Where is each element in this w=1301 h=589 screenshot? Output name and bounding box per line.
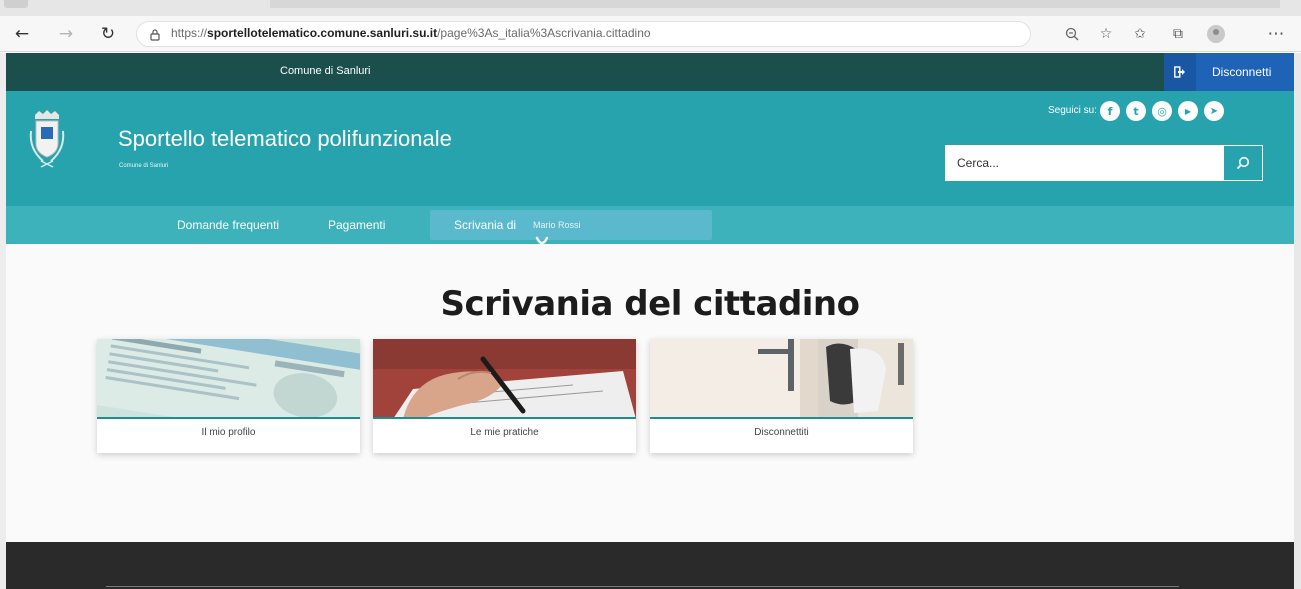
forward-icon[interactable]: → bbox=[54, 22, 78, 46]
municipal-crest-icon[interactable] bbox=[27, 109, 67, 171]
collections-icon[interactable]: ⧉ bbox=[1166, 22, 1190, 46]
address-url[interactable]: https://sportellotelematico.comune.sanlu… bbox=[171, 26, 651, 40]
nav-item-payments[interactable]: Pagamenti bbox=[328, 218, 385, 232]
read-aloud-icon[interactable]: ☆ bbox=[1094, 22, 1118, 46]
browser-window: ← → ↻ https://sportellotelematico.comune… bbox=[0, 0, 1301, 589]
tab-fragment bbox=[270, 0, 1280, 8]
lock-icon[interactable] bbox=[146, 25, 164, 43]
footer-divider bbox=[106, 586, 1179, 587]
search-button[interactable] bbox=[1224, 145, 1263, 181]
page-title: Scrivania del cittadino bbox=[440, 284, 860, 324]
nav-user-name[interactable]: Mario Rossi bbox=[533, 220, 581, 230]
back-icon[interactable]: ← bbox=[10, 22, 34, 46]
signing-document-image bbox=[373, 339, 636, 419]
site-subtitle: Comune di Sanluri bbox=[119, 163, 169, 169]
card-logout-label: Disconnettiti bbox=[754, 427, 809, 438]
site-header: Sportello telematico polifunzionale Comu… bbox=[6, 91, 1294, 206]
site-title[interactable]: Sportello telematico polifunzionale bbox=[118, 126, 452, 152]
card-profile[interactable]: Il mio profilo bbox=[97, 339, 360, 453]
nav-item-desk[interactable]: Scrivania di bbox=[454, 218, 516, 232]
refresh-icon[interactable]: ↻ bbox=[96, 22, 120, 46]
logout-icon bbox=[1164, 53, 1196, 91]
entity-bar: Comune di Sanluri Disconnetti bbox=[6, 53, 1294, 91]
search-input[interactable] bbox=[945, 145, 1224, 181]
logout-label: Disconnetti bbox=[1212, 65, 1272, 79]
more-icon[interactable]: ⋯ bbox=[1264, 22, 1288, 46]
youtube-icon[interactable]: ▶ bbox=[1178, 101, 1198, 121]
tab-fragment bbox=[4, 0, 28, 8]
logout-button[interactable]: Disconnetti bbox=[1164, 53, 1294, 91]
search-icon bbox=[1236, 156, 1250, 170]
tab-strip bbox=[0, 0, 1301, 16]
instagram-icon[interactable]: ◎ bbox=[1152, 101, 1172, 121]
twitter-icon[interactable]: t bbox=[1126, 101, 1146, 121]
door-exit-image bbox=[650, 339, 913, 419]
profile-icon[interactable] bbox=[1204, 22, 1228, 46]
follow-label: Seguici su: bbox=[1048, 105, 1097, 116]
site-footer bbox=[6, 542, 1294, 589]
nav-item-faq[interactable]: Domande frequenti bbox=[177, 218, 279, 232]
url-prefix: https:// bbox=[171, 26, 208, 40]
scrollbar-track[interactable] bbox=[1294, 53, 1301, 589]
id-card-image bbox=[97, 339, 360, 419]
card-applications-label: Le mie pratiche bbox=[470, 427, 539, 438]
browser-toolbar: ← → ↻ https://sportellotelematico.comune… bbox=[0, 16, 1301, 52]
entity-name[interactable]: Comune di Sanluri bbox=[280, 65, 371, 77]
card-applications[interactable]: Le mie pratiche bbox=[373, 339, 636, 453]
favorites-icon[interactable]: ✩ bbox=[1128, 22, 1152, 46]
url-domain: sportellotelematico.comune.sanluri.su.it bbox=[207, 26, 438, 40]
zoom-icon[interactable] bbox=[1060, 22, 1084, 46]
main-content: Scrivania del cittadino Il mio profilo L… bbox=[6, 244, 1294, 542]
url-path: /page%3As_italia%3Ascrivania.cittadino bbox=[437, 26, 651, 40]
facebook-icon[interactable]: f bbox=[1100, 101, 1120, 121]
main-nav: Domande frequenti Pagamenti Scrivania di… bbox=[6, 206, 1294, 244]
telegram-icon[interactable]: ➤ bbox=[1204, 101, 1224, 121]
card-logout[interactable]: Disconnettiti bbox=[650, 339, 913, 453]
card-profile-label: Il mio profilo bbox=[201, 427, 256, 438]
